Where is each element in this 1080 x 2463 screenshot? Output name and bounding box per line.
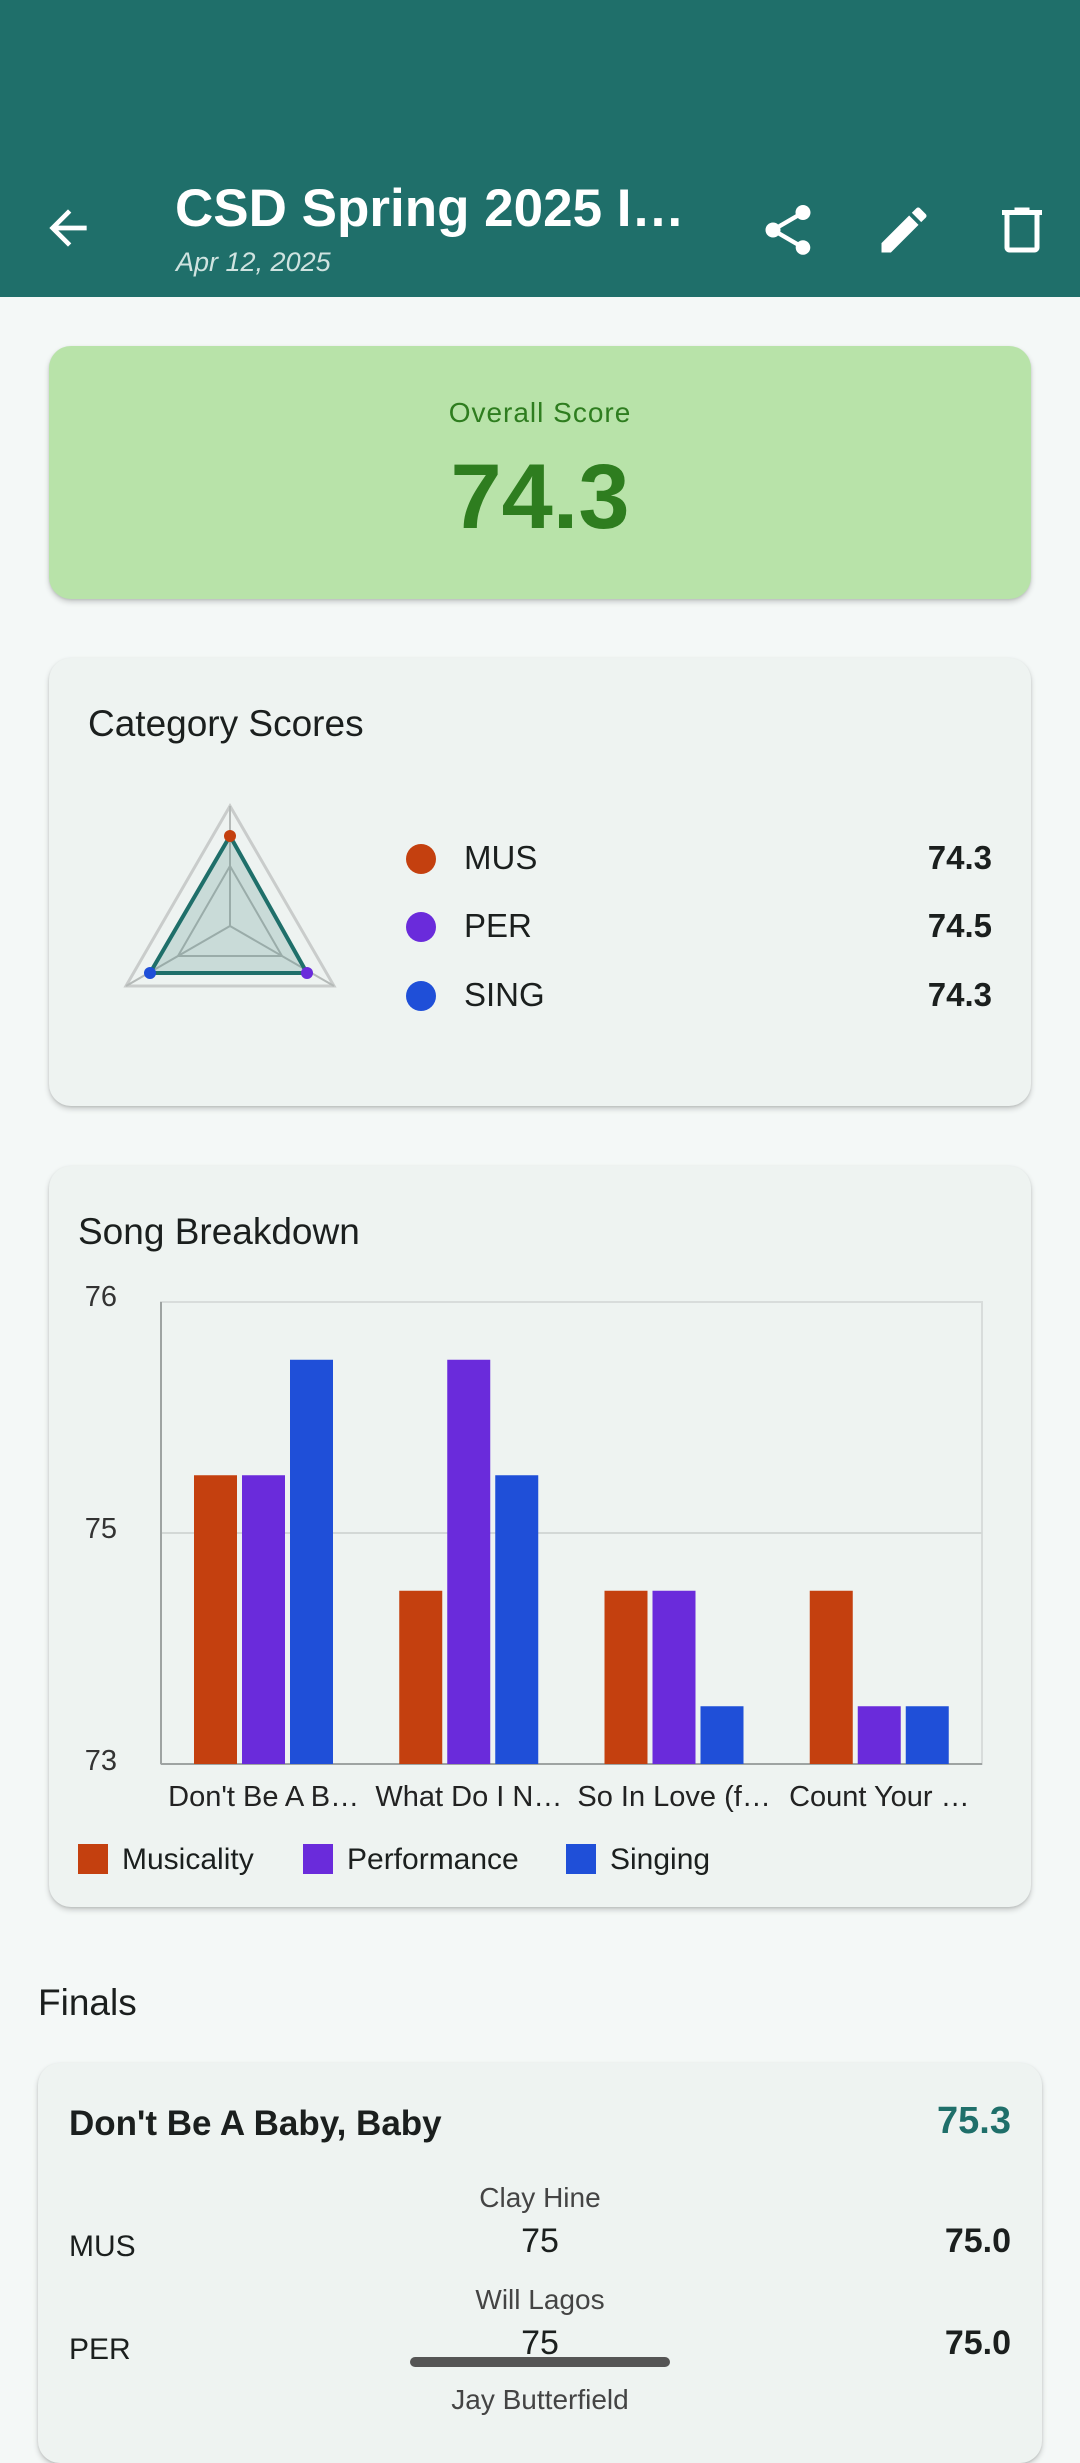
bar-musicality	[809, 1590, 853, 1764]
legend-swatch	[303, 1844, 333, 1874]
legend-label: Singing	[610, 1843, 711, 1876]
legend-swatch	[566, 1844, 596, 1874]
judge-name: Jay Butterfield	[451, 2384, 629, 2415]
bar-musicality	[194, 1475, 237, 1764]
x-tick-label: So In Love (f…	[577, 1781, 770, 1813]
song-score: 75.3	[937, 2100, 1011, 2142]
legend-label: Performance	[347, 1843, 519, 1876]
bar-musicality	[604, 1590, 648, 1764]
judge-name: Clay Hine	[479, 2182, 601, 2213]
bar-performance	[242, 1475, 285, 1764]
bar-musicality	[399, 1590, 443, 1764]
x-tick-label: What Do I N…	[375, 1781, 562, 1813]
bar-singing	[700, 1706, 744, 1764]
bar-singing	[905, 1706, 949, 1764]
y-tick-label: 75	[85, 1513, 117, 1545]
song-name: Don't Be A Baby, Baby	[69, 2104, 442, 2143]
judge-name: Will Lagos	[475, 2284, 605, 2315]
legend-swatch	[78, 1844, 108, 1874]
home-indicator[interactable]	[410, 2357, 670, 2367]
bar-singing	[290, 1359, 333, 1764]
song-breakdown-chart: 76 75 73 Don't Be A B… What Do I N… So In Lov…	[85, 1281, 983, 1813]
y-tick-label: 76	[85, 1281, 117, 1313]
category-total: 75.0	[944, 2324, 1011, 2362]
bar-performance	[652, 1590, 696, 1764]
finals-title: Finals	[38, 1982, 137, 2023]
category-total: 75.0	[944, 2222, 1011, 2260]
bar-singing	[495, 1475, 539, 1764]
x-tick-label: Don't Be A B…	[168, 1781, 359, 1813]
bar-performance	[447, 1359, 491, 1764]
y-tick-label: 73	[85, 1745, 117, 1777]
x-tick-label: Count Your …	[789, 1781, 970, 1813]
judge-score: 75	[521, 2222, 559, 2260]
legend-label: Musicality	[122, 1843, 254, 1876]
bar-performance	[857, 1706, 901, 1764]
